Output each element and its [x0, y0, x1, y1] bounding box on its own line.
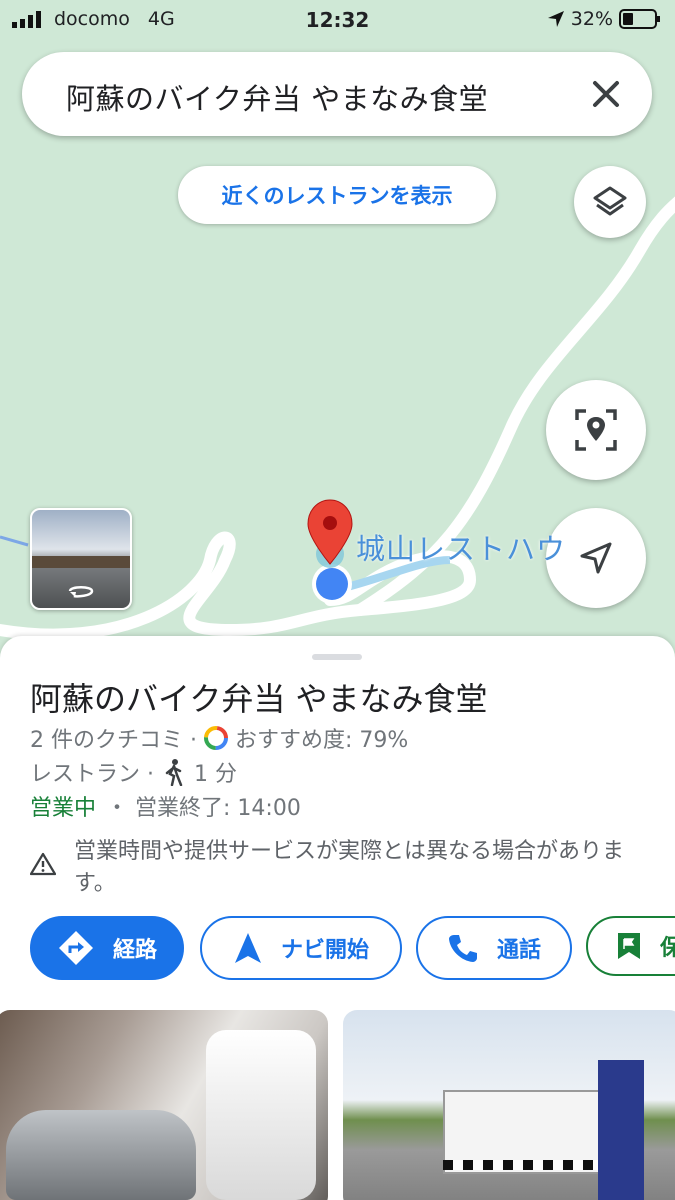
- directions-label: 経路: [112, 938, 157, 963]
- close-icon[interactable]: [586, 74, 626, 114]
- battery-icon: [619, 9, 660, 29]
- action-buttons: 経路 ナビ開始 通話 保: [30, 916, 675, 980]
- photo-banner: [598, 1060, 644, 1200]
- phone-icon: [448, 935, 477, 962]
- google-icon: [203, 726, 228, 750]
- compass-icon: [580, 542, 612, 574]
- place-title: 阿蘇のバイク弁当 やまなみ食堂: [30, 680, 488, 718]
- directions-icon: [58, 931, 93, 965]
- category-label: レストラン ·: [30, 762, 154, 787]
- open-status: 営業中: [30, 796, 97, 821]
- recommend-score: おすすめ度: 79%: [234, 728, 409, 753]
- search-query[interactable]: 阿蘇のバイク弁当 やまなみ食堂: [66, 76, 488, 118]
- battery-percent: 32%: [570, 8, 613, 30]
- photo-tank: [6, 1110, 196, 1200]
- search-bar[interactable]: 阿蘇のバイク弁当 やまなみ食堂: [22, 52, 652, 136]
- map-place-label: 城山レストハウ: [356, 532, 567, 566]
- photo-jar: [206, 1030, 316, 1200]
- street-view-thumbnail[interactable]: [30, 508, 132, 610]
- warning-icon: [30, 852, 56, 876]
- locate-icon: [575, 409, 617, 451]
- navigate-button[interactable]: ナビ開始: [200, 916, 402, 980]
- place-details-sheet[interactable]: 阿蘇のバイク弁当 やまなみ食堂 2 件のクチコミ · おすすめ度: 79% レス…: [0, 636, 675, 1200]
- rotate-icon: [68, 586, 94, 598]
- drag-handle[interactable]: [312, 654, 362, 660]
- directions-button[interactable]: 経路: [30, 916, 184, 980]
- navigation-icon: [234, 933, 261, 963]
- status-bar: docomo 4G 12:32 32%: [0, 0, 675, 40]
- layers-icon: [593, 186, 627, 216]
- photo-thumbnail-1[interactable]: [0, 1010, 328, 1200]
- warning-text: 営業時間や提供サービスが実際とは異なる場合があります。: [74, 839, 625, 896]
- nearby-restaurants-chip[interactable]: 近くのレストランを表示: [178, 166, 496, 224]
- photo-thumbnail-2[interactable]: [343, 1010, 675, 1200]
- call-button[interactable]: 通話: [416, 916, 572, 980]
- warning-notice: 営業時間や提供サービスが実際とは異なる場合があります。: [30, 836, 630, 900]
- walk-icon: [165, 759, 183, 786]
- location-arrow-icon: [547, 11, 564, 27]
- place-pin[interactable]: [304, 498, 360, 608]
- map-view[interactable]: docomo 4G 12:32 32% 阿蘇のバイク弁当 やまなみ食堂 近くのレ…: [0, 0, 675, 660]
- save-label: 保: [660, 936, 675, 961]
- closing-time: ・ 営業終了: 14:00: [106, 796, 301, 821]
- category-row: レストラン · 1 分: [30, 756, 237, 788]
- layers-button[interactable]: [574, 166, 646, 238]
- review-count[interactable]: 2 件のクチコミ ·: [30, 722, 197, 754]
- walk-time: 1 分: [194, 762, 237, 787]
- save-button[interactable]: 保: [586, 916, 675, 976]
- navigate-label: ナビ開始: [280, 938, 369, 963]
- call-label: 通話: [496, 938, 541, 963]
- rating-row: 2 件のクチコミ · おすすめ度: 79%: [30, 722, 408, 754]
- bookmark-icon: [618, 933, 640, 959]
- locate-button[interactable]: [546, 380, 646, 480]
- hours-row[interactable]: 営業中 ・ 営業終了: 14:00: [30, 790, 301, 822]
